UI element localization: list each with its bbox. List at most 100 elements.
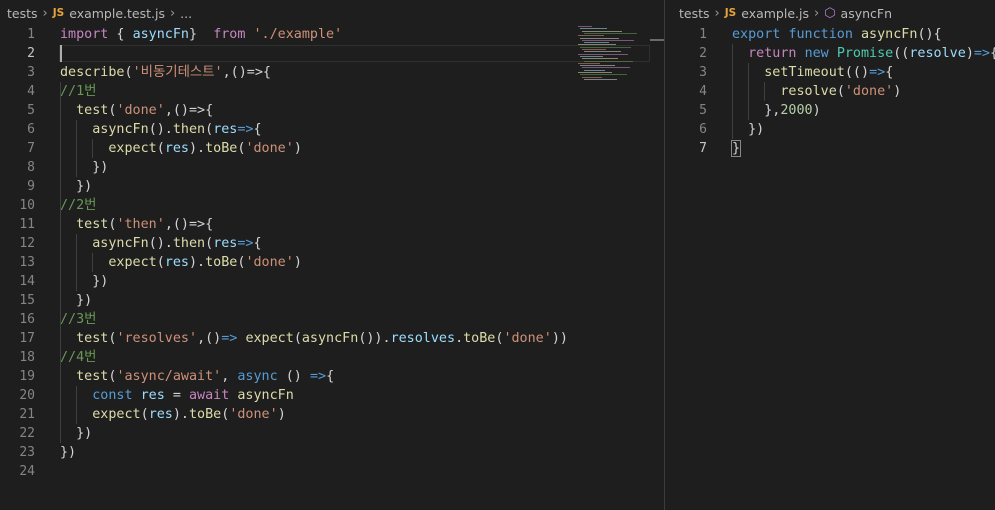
code-line[interactable]: 7} bbox=[665, 139, 995, 158]
code-text[interactable]: }) bbox=[60, 291, 92, 310]
code-line[interactable]: 1 export function asyncFn(){ bbox=[665, 25, 995, 44]
code-line[interactable]: 7 expect(res).toBe('done') bbox=[0, 139, 664, 158]
breadcrumb-symbol[interactable]: ... bbox=[180, 6, 192, 21]
code-line[interactable]: 4 resolve('done') bbox=[665, 82, 995, 101]
code-token: toBe bbox=[205, 141, 238, 156]
code-line[interactable]: 19 test('async/await', async () =>{ bbox=[0, 367, 664, 386]
code-text[interactable]: asyncFn().then(res=>{ bbox=[60, 120, 261, 139]
scrollbar-position-marker[interactable] bbox=[650, 39, 664, 41]
code-line[interactable]: 17 test('resolves',()=> expect(asyncFn()… bbox=[0, 329, 664, 348]
code-token: }) bbox=[60, 179, 93, 194]
code-token: }) bbox=[732, 122, 765, 137]
code-line[interactable]: 14 }) bbox=[0, 272, 664, 291]
code-line[interactable]: 16 //3번 bbox=[0, 310, 664, 329]
code-text[interactable]: }) bbox=[60, 272, 108, 291]
code-line[interactable]: 3 describe('비동기테스트',()=>{ bbox=[0, 63, 664, 82]
code-text[interactable]: }) bbox=[60, 424, 92, 443]
code-text[interactable]: expect(res).toBe('done') bbox=[60, 253, 302, 272]
indent-guide bbox=[60, 82, 61, 443]
code-text[interactable]: },2000) bbox=[732, 101, 820, 120]
code-text[interactable]: describe('비동기테스트',()=>{ bbox=[60, 63, 271, 82]
code-token: res bbox=[213, 122, 238, 137]
code-text[interactable]: const res = await asyncFn bbox=[60, 386, 294, 405]
code-text[interactable]: }) bbox=[60, 443, 76, 462]
code-text[interactable]: test('then',()=>{ bbox=[60, 215, 213, 234]
minimap-line bbox=[584, 78, 617, 80]
breadcrumb-folder[interactable]: tests bbox=[679, 6, 710, 21]
code-token: from bbox=[213, 27, 246, 42]
code-line[interactable]: 3 setTimeout(()=>{ bbox=[665, 63, 995, 82]
left-editor-pane[interactable]: tests › JS example.test.js › ... 1 import… bbox=[0, 0, 664, 510]
code-text[interactable]: resolve('done') bbox=[732, 82, 901, 101]
code-text[interactable]: test('resolves',()=> expect(asyncFn()).r… bbox=[60, 329, 568, 348]
code-line[interactable]: 22 }) bbox=[0, 424, 664, 443]
code-text[interactable]: expect(res).toBe('done') bbox=[60, 139, 302, 158]
right-editor-pane[interactable]: tests › JS example.js › ⬡ asyncFn 1 expor… bbox=[665, 0, 995, 510]
code-text[interactable]: expect(res).toBe('done') bbox=[60, 405, 286, 424]
minimap-line bbox=[582, 76, 602, 78]
code-token: , bbox=[221, 369, 238, 384]
code-text[interactable]: //3번 bbox=[60, 310, 97, 329]
breadcrumb-symbol[interactable]: asyncFn bbox=[841, 6, 892, 21]
code-line[interactable]: 24 bbox=[0, 462, 664, 481]
code-line[interactable]: 13 expect(res).toBe('done') bbox=[0, 253, 664, 272]
code-line[interactable]: 8 }) bbox=[0, 158, 664, 177]
code-line[interactable]: 6 asyncFn().then(res=>{ bbox=[0, 120, 664, 139]
code-token: ) bbox=[277, 407, 286, 422]
code-line[interactable]: 5 test('done',()=>{ bbox=[0, 101, 664, 120]
code-token: () bbox=[205, 331, 222, 346]
code-text[interactable]: test('done',()=>{ bbox=[60, 101, 213, 120]
breadcrumb-folder[interactable]: tests bbox=[7, 6, 38, 21]
code-text[interactable]: //4번 bbox=[60, 348, 97, 367]
line-number: 24 bbox=[19, 464, 35, 479]
line-number: 4 bbox=[699, 84, 707, 99]
code-text[interactable]: export function asyncFn(){ bbox=[732, 25, 942, 44]
code-line[interactable]: 21 expect(res).toBe('done') bbox=[0, 405, 664, 424]
breadcrumb-file[interactable]: example.js bbox=[741, 6, 809, 21]
code-token: describe bbox=[60, 65, 125, 80]
code-line[interactable]: 9 }) bbox=[0, 177, 664, 196]
code-token: (){ bbox=[917, 27, 942, 42]
code-line[interactable]: 11 test('then',()=>{ bbox=[0, 215, 664, 234]
code-text[interactable]: //1번 bbox=[60, 82, 97, 101]
code-text[interactable]: test('async/await', async () =>{ bbox=[60, 367, 334, 386]
line-number: 14 bbox=[19, 274, 35, 289]
code-token: //1번 bbox=[60, 84, 97, 99]
code-line[interactable]: 15 }) bbox=[0, 291, 664, 310]
code-text[interactable]: import { asyncFn} from './example' bbox=[60, 25, 342, 44]
code-token: res bbox=[164, 141, 189, 156]
code-line[interactable]: 5 },2000) bbox=[665, 101, 995, 120]
code-text[interactable]: }) bbox=[60, 158, 108, 177]
code-line[interactable]: 20 const res = await asyncFn bbox=[0, 386, 664, 405]
code-line[interactable]: 1 import { asyncFn} from './example' bbox=[0, 25, 664, 44]
code-text[interactable]: } bbox=[730, 139, 742, 158]
code-line[interactable]: 2 return new Promise((resolve)=>{ bbox=[665, 44, 995, 63]
code-line[interactable]: 18 //4번 bbox=[0, 348, 664, 367]
code-line[interactable]: 6 }) bbox=[665, 120, 995, 139]
code-line[interactable]: 2 bbox=[0, 44, 664, 63]
line-number: 19 bbox=[19, 369, 35, 384]
breadcrumb-file[interactable]: example.test.js bbox=[69, 6, 165, 21]
code-token: then bbox=[172, 236, 206, 251]
code-token: ,()=>{ bbox=[164, 103, 214, 118]
code-text[interactable]: asyncFn().then(res=>{ bbox=[60, 234, 261, 253]
code-text[interactable]: setTimeout(()=>{ bbox=[732, 63, 893, 82]
code-token: ( bbox=[124, 65, 133, 80]
minimap-line bbox=[584, 69, 605, 71]
code-token: const bbox=[92, 388, 133, 403]
code-line[interactable]: 10 //2번 bbox=[0, 196, 664, 215]
code-line[interactable]: 23}) bbox=[0, 443, 664, 462]
code-token: '비동기테스트' bbox=[132, 65, 223, 80]
minimap[interactable] bbox=[578, 26, 648, 86]
code-text[interactable]: return new Promise((resolve)=>{ bbox=[732, 44, 995, 63]
code-token: resolve bbox=[780, 84, 837, 99]
code-line[interactable]: 12 asyncFn().then(res=>{ bbox=[0, 234, 664, 253]
code-token: ). bbox=[172, 407, 189, 422]
minimap-line bbox=[578, 35, 604, 37]
code-text[interactable]: //2번 bbox=[60, 196, 97, 215]
code-text[interactable]: }) bbox=[60, 177, 92, 196]
code-line[interactable]: 4 //1번 bbox=[0, 82, 664, 101]
code-text[interactable]: }) bbox=[732, 120, 764, 139]
